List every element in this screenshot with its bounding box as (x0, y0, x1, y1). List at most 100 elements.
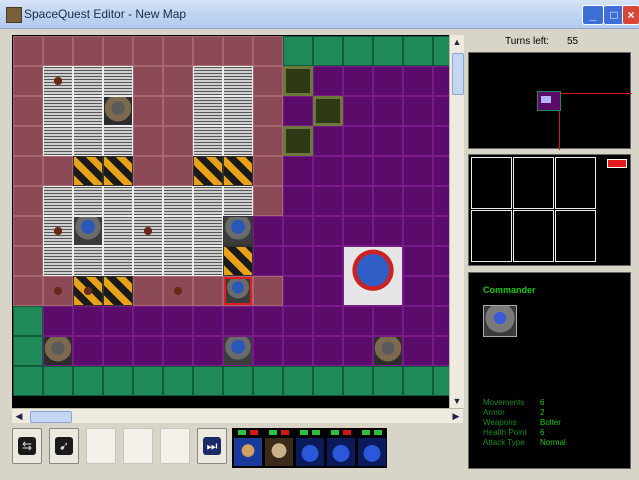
unit-slot[interactable] (471, 157, 512, 209)
map-tile[interactable] (283, 366, 313, 396)
map-tile[interactable] (103, 246, 133, 276)
map-tile[interactable] (103, 156, 133, 186)
map-tile[interactable] (13, 276, 43, 306)
map-tile[interactable] (403, 336, 433, 366)
map-tile[interactable] (403, 126, 433, 156)
map-tile[interactable] (73, 36, 103, 66)
map-tile[interactable] (193, 36, 223, 66)
scroll-right-icon[interactable]: ▶ (449, 409, 463, 423)
map-tile[interactable] (313, 186, 343, 216)
map-tile[interactable] (103, 126, 133, 156)
map-tile[interactable] (193, 96, 223, 126)
map-tile[interactable] (253, 336, 283, 366)
pit-tile[interactable] (283, 66, 313, 96)
map-tile[interactable] (13, 246, 43, 276)
scroll-thumb-vertical[interactable] (452, 53, 464, 95)
map-tile[interactable] (253, 246, 283, 276)
map-tile[interactable] (403, 366, 433, 396)
map-tile[interactable] (343, 36, 373, 66)
map-tile[interactable] (193, 66, 223, 96)
map-tile[interactable] (73, 186, 103, 216)
map-tile[interactable] (103, 216, 133, 246)
map-tile[interactable] (133, 306, 163, 336)
map-tile[interactable] (343, 306, 373, 336)
map-tile[interactable] (193, 276, 223, 306)
map-tile[interactable] (73, 306, 103, 336)
map-tile[interactable] (163, 36, 193, 66)
unit-slot[interactable] (513, 157, 554, 209)
map-tile[interactable] (373, 36, 403, 66)
map-tile[interactable] (223, 96, 253, 126)
dreadnought-unit[interactable] (344, 247, 402, 305)
map-tile[interactable] (13, 186, 43, 216)
map-tile[interactable] (103, 276, 133, 306)
map-tile[interactable] (13, 126, 43, 156)
map-tile[interactable] (283, 336, 313, 366)
map-tile[interactable] (13, 366, 43, 396)
map-tile[interactable] (373, 156, 403, 186)
map-tile[interactable] (13, 156, 43, 186)
map-tile[interactable] (163, 66, 193, 96)
map-tile[interactable] (313, 126, 343, 156)
map-tile[interactable] (223, 36, 253, 66)
map-tile[interactable] (163, 96, 193, 126)
map-tile[interactable] (313, 246, 343, 276)
map-tile[interactable] (133, 66, 163, 96)
map-tile[interactable] (313, 366, 343, 396)
map-tile[interactable] (163, 306, 193, 336)
map-tile[interactable] (283, 246, 313, 276)
map-tile[interactable] (223, 246, 253, 276)
map-tile[interactable] (73, 66, 103, 96)
map-tile[interactable] (253, 216, 283, 246)
map-tile[interactable] (253, 366, 283, 396)
map-tile[interactable] (13, 306, 43, 336)
map-tile[interactable] (373, 66, 403, 96)
empty-slot-button-3[interactable] (160, 428, 190, 464)
empty-slot-button-2[interactable] (123, 428, 153, 464)
scroll-left-icon[interactable]: ◀ (12, 409, 26, 423)
map-canvas[interactable] (12, 35, 463, 408)
minimize-button[interactable]: _ (582, 5, 604, 25)
map-tile[interactable] (373, 126, 403, 156)
map-tile[interactable] (133, 366, 163, 396)
map-tile[interactable] (103, 36, 133, 66)
map-tile[interactable] (373, 186, 403, 216)
map-tile[interactable] (73, 246, 103, 276)
map-tile[interactable] (193, 306, 223, 336)
map-tile[interactable] (73, 156, 103, 186)
map-tile[interactable] (223, 66, 253, 96)
map-tile[interactable] (193, 216, 223, 246)
map-tile[interactable] (253, 186, 283, 216)
map-tile[interactable] (283, 96, 313, 126)
map-tile[interactable] (133, 126, 163, 156)
map-tile[interactable] (133, 156, 163, 186)
map-tile[interactable] (403, 246, 433, 276)
map-tile[interactable] (253, 126, 283, 156)
squad-member-portrait[interactable] (296, 430, 324, 466)
map-tile[interactable] (403, 216, 433, 246)
scroll-up-icon[interactable]: ▲ (450, 35, 464, 49)
map-tile[interactable] (343, 186, 373, 216)
map-tile[interactable] (253, 306, 283, 336)
map-tile[interactable] (133, 96, 163, 126)
map-tile[interactable] (343, 96, 373, 126)
map-tile[interactable] (313, 216, 343, 246)
map-tile[interactable] (133, 336, 163, 366)
map-tile[interactable] (283, 186, 313, 216)
map-tile[interactable] (163, 336, 193, 366)
map-tile[interactable] (13, 96, 43, 126)
map-tile[interactable] (73, 336, 103, 366)
map-tile[interactable] (43, 96, 73, 126)
map-tile[interactable] (223, 156, 253, 186)
map-tile[interactable] (253, 96, 283, 126)
map-tile[interactable] (373, 366, 403, 396)
map-tile[interactable] (43, 36, 73, 66)
map-tile[interactable] (103, 336, 133, 366)
squad-member-portrait[interactable] (358, 430, 386, 466)
map-tile[interactable] (43, 246, 73, 276)
pit-tile[interactable] (283, 126, 313, 156)
map-tile[interactable] (403, 66, 433, 96)
map-tile[interactable] (163, 216, 193, 246)
move-tool-button[interactable]: ⇆ (12, 428, 42, 464)
map-tile[interactable] (403, 156, 433, 186)
